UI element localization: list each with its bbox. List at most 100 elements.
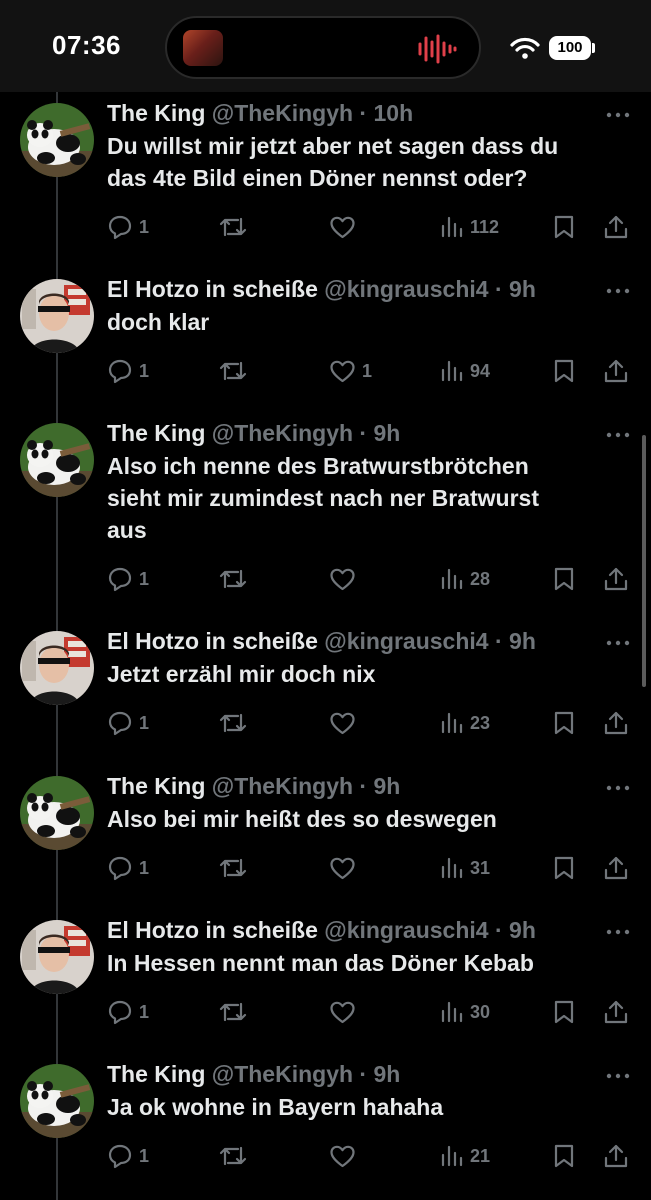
more-options-icon[interactable] (605, 782, 631, 794)
share-button[interactable] (603, 564, 629, 594)
tweet-actions: 1 23 (107, 708, 637, 738)
more-options-icon[interactable] (605, 637, 631, 649)
bookmark-button[interactable] (553, 853, 575, 883)
view-count: 94 (470, 360, 491, 381)
author-name[interactable]: El Hotzo in scheiße (107, 276, 318, 302)
tweet-time[interactable]: 9h (374, 773, 401, 799)
author-name[interactable]: The King (107, 773, 205, 799)
like-button[interactable] (329, 997, 362, 1027)
heart-icon (330, 360, 355, 382)
share-button[interactable] (603, 356, 629, 386)
tweet[interactable]: The King @TheKingyh · 9h Ja ok wohne in … (0, 1053, 651, 1193)
more-options-icon[interactable] (605, 285, 631, 297)
repost-button[interactable] (218, 356, 254, 386)
views-button[interactable]: 31 (440, 853, 490, 883)
author-handle[interactable]: @TheKingyh (212, 100, 353, 126)
reply-button[interactable]: 1 (107, 212, 149, 242)
like-button[interactable] (329, 708, 362, 738)
tweet-time[interactable]: 10h (374, 100, 414, 126)
share-button[interactable] (603, 212, 629, 242)
reply-button[interactable]: 1 (107, 708, 149, 738)
tweet-header: The King @TheKingyh · 9h (107, 418, 607, 448)
bookmark-button[interactable] (553, 997, 575, 1027)
tweet[interactable]: El Hotzo in scheiße @kingrauschi4 · 9h d… (0, 268, 651, 408)
tweet-time[interactable]: 9h (509, 628, 536, 654)
tweet[interactable]: The King @TheKingyh · 9h Also ich nenne … (0, 412, 651, 592)
bookmark-button[interactable] (553, 212, 575, 242)
man-avatar-image (20, 631, 94, 705)
repost-button[interactable] (218, 708, 254, 738)
share-button[interactable] (603, 853, 629, 883)
author-handle[interactable]: @TheKingyh (212, 1061, 353, 1087)
reply-button[interactable]: 1 (107, 1141, 149, 1171)
views-button[interactable]: 94 (440, 356, 490, 386)
like-button[interactable] (329, 1141, 362, 1171)
avatar[interactable] (20, 631, 94, 705)
tweet-time[interactable]: 9h (374, 1061, 401, 1087)
tweet[interactable]: The King @TheKingyh · 9h Also bei mir he… (0, 765, 651, 905)
reply-button[interactable]: 1 (107, 997, 149, 1027)
tweet-time[interactable]: 9h (374, 420, 401, 446)
more-options-icon[interactable] (605, 926, 631, 938)
bookmark-button[interactable] (553, 564, 575, 594)
like-button[interactable]: 1 (329, 356, 372, 386)
avatar[interactable] (20, 279, 94, 353)
views-button[interactable]: 28 (440, 564, 490, 594)
bookmark-button[interactable] (553, 708, 575, 738)
share-button[interactable] (603, 708, 629, 738)
reply-button[interactable]: 1 (107, 356, 149, 386)
author-handle[interactable]: @kingrauschi4 (324, 628, 488, 654)
tweet-body: The King @TheKingyh · 9h Also ich nenne … (107, 418, 607, 546)
author-name[interactable]: The King (107, 420, 205, 446)
author-name[interactable]: The King (107, 100, 205, 126)
author-handle[interactable]: @TheKingyh (212, 420, 353, 446)
like-button[interactable] (329, 564, 362, 594)
avatar[interactable] (20, 103, 94, 177)
repost-button[interactable] (218, 564, 254, 594)
tweet[interactable]: The King @TheKingyh · 10h Du willst mir … (0, 92, 651, 240)
author-handle[interactable]: @kingrauschi4 (324, 917, 488, 943)
reply-count: 1 (139, 216, 150, 237)
author-handle[interactable]: @TheKingyh (212, 773, 353, 799)
more-options-icon[interactable] (605, 1070, 631, 1082)
tweet-time[interactable]: 9h (509, 917, 536, 943)
bookmark-button[interactable] (553, 356, 575, 386)
tweet-time[interactable]: 9h (509, 276, 536, 302)
repost-button[interactable] (218, 853, 254, 883)
author-name[interactable]: El Hotzo in scheiße (107, 917, 318, 943)
reply-count: 1 (139, 360, 150, 381)
repost-button[interactable] (218, 212, 254, 242)
views-button[interactable]: 30 (440, 997, 490, 1027)
tweet-text-line: Also bei mir heißt des so deswegen (107, 806, 497, 832)
like-button[interactable] (329, 212, 362, 242)
share-button[interactable] (603, 997, 629, 1027)
views-button[interactable]: 23 (440, 708, 490, 738)
more-options-icon[interactable] (605, 109, 631, 121)
reply-button[interactable]: 1 (107, 853, 149, 883)
avatar[interactable] (20, 1064, 94, 1138)
views-button[interactable]: 21 (440, 1141, 490, 1171)
share-button[interactable] (603, 1141, 629, 1171)
tweet[interactable]: El Hotzo in scheiße @kingrauschi4 · 9h J… (0, 620, 651, 760)
tweet[interactable]: El Hotzo in scheiße @kingrauschi4 · 9h I… (0, 909, 651, 1049)
share-icon (604, 215, 628, 239)
repost-button[interactable] (218, 1141, 254, 1171)
bookmark-button[interactable] (553, 1141, 575, 1171)
repost-icon (219, 361, 247, 381)
like-button[interactable] (329, 853, 362, 883)
avatar[interactable] (20, 776, 94, 850)
views-button[interactable]: 112 (440, 212, 499, 242)
reply-thread[interactable]: The King @TheKingyh · 10h Du willst mir … (0, 92, 651, 1200)
author-handle[interactable]: @kingrauschi4 (324, 276, 488, 302)
panda-avatar-image (20, 776, 94, 850)
avatar[interactable] (20, 423, 94, 497)
author-name[interactable]: The King (107, 1061, 205, 1087)
separator-dot: · (488, 917, 510, 943)
dynamic-island[interactable] (165, 16, 481, 79)
author-name[interactable]: El Hotzo in scheiße (107, 628, 318, 654)
repost-button[interactable] (218, 997, 254, 1027)
reply-button[interactable]: 1 (107, 564, 149, 594)
reply-icon (108, 711, 132, 736)
more-options-icon[interactable] (605, 429, 631, 441)
avatar[interactable] (20, 920, 94, 994)
